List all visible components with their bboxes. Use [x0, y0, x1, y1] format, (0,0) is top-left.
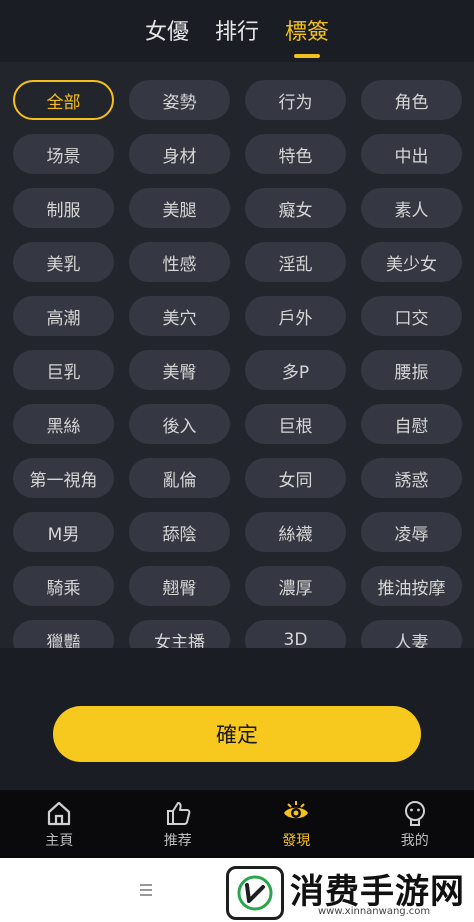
- tag-chip[interactable]: 特色: [245, 134, 346, 174]
- tag-chip[interactable]: 推油按摩: [361, 566, 462, 606]
- tag-chip[interactable]: 女主播: [129, 620, 230, 648]
- watermark-logo: [226, 866, 284, 920]
- nav-item-recommend[interactable]: 推荐: [119, 790, 238, 858]
- tag-chip[interactable]: 濃厚: [245, 566, 346, 606]
- nav-label-mine: 我的: [400, 833, 429, 849]
- top-tab-bar: 女優 排行 標簽: [0, 0, 474, 62]
- nav-label-home: 主頁: [45, 833, 74, 849]
- tag-chip[interactable]: 凌辱: [361, 512, 462, 552]
- tag-scroll-area[interactable]: 全部 姿勢 行为 角色场景 身材 特色 中出制服 美腿 癡女 素人美乳 性感 淫乱 美少女高潮 美穴 戶外口…: [0, 62, 474, 648]
- bottom-panel: 確定: [0, 648, 474, 790]
- tag-chip[interactable]: 口交: [361, 296, 462, 336]
- tag-chip[interactable]: 女同: [245, 458, 346, 498]
- tag-chip[interactable]: 姿勢: [129, 80, 230, 120]
- tag-chip[interactable]: 絲襪: [245, 512, 346, 552]
- tag-chip[interactable]: 騎乘: [13, 566, 114, 606]
- tag-chip[interactable]: 高潮: [13, 296, 114, 336]
- watermark-url: www.xinnanwang.com: [318, 906, 431, 917]
- discover-eye-icon: [281, 798, 311, 828]
- tag-chip[interactable]: 美穴: [129, 296, 230, 336]
- tag-chip[interactable]: 後入: [129, 404, 230, 444]
- tag-chip[interactable]: M男: [13, 512, 114, 552]
- nav-label-recommend: 推荐: [163, 833, 192, 849]
- tag-chip[interactable]: 腰振: [361, 350, 462, 390]
- tag-chip[interactable]: 誘惑: [361, 458, 462, 498]
- tag-chip[interactable]: 人妻: [361, 620, 462, 648]
- profile-icon: [400, 798, 430, 828]
- tag-chip[interactable]: 淫乱: [245, 242, 346, 282]
- tag-chip[interactable]: 美腿: [129, 188, 230, 228]
- tag-chip[interactable]: 中出: [361, 134, 462, 174]
- nav-item-discover[interactable]: 發現: [237, 790, 356, 858]
- tag-chip[interactable]: 行为: [245, 80, 346, 120]
- tag-chip[interactable]: 多P: [245, 350, 346, 390]
- tag-chip[interactable]: 自慰: [361, 404, 462, 444]
- tag-chip[interactable]: 美乳: [13, 242, 114, 282]
- tag-chip[interactable]: 黑絲: [13, 404, 114, 444]
- tag-chip[interactable]: 美少女: [361, 242, 462, 282]
- nav-item-home[interactable]: 主頁: [0, 790, 119, 858]
- tag-chip[interactable]: 戶外: [245, 296, 346, 336]
- bottom-nav: 主頁 推荐 發現 我的: [0, 790, 474, 858]
- home-icon: [44, 798, 74, 828]
- thumbs-up-icon: [163, 798, 193, 828]
- tag-chip[interactable]: 场景: [13, 134, 114, 174]
- confirm-button[interactable]: 確定: [53, 706, 421, 762]
- tag-chip[interactable]: 素人: [361, 188, 462, 228]
- tag-chip[interactable]: 亂倫: [129, 458, 230, 498]
- tag-chip[interactable]: 翹臀: [129, 566, 230, 606]
- tag-grid: 全部 姿勢 行为 角色场景 身材 特色 中出制服 美腿 癡女 素人美乳 性感 淫乱 美少女高潮 美穴 戶外口…: [13, 80, 462, 648]
- tag-chip[interactable]: 制服: [13, 188, 114, 228]
- tag-chip[interactable]: 身材: [129, 134, 230, 174]
- tag-chip[interactable]: 性感: [129, 242, 230, 282]
- tag-chip[interactable]: 角色: [361, 80, 462, 120]
- tab-actresses[interactable]: 女優: [145, 14, 189, 46]
- tag-chip[interactable]: 3D: [245, 620, 346, 648]
- tag-chip[interactable]: 美臀: [129, 350, 230, 390]
- menu-icon[interactable]: [138, 882, 154, 898]
- tab-ranking[interactable]: 排行: [215, 14, 259, 46]
- tag-chip[interactable]: 第一視角: [13, 458, 114, 498]
- nav-item-mine[interactable]: 我的: [356, 790, 474, 858]
- tag-chip[interactable]: 舔陰: [129, 512, 230, 552]
- tag-chip[interactable]: 獵豔: [13, 620, 114, 648]
- tag-chip-selected[interactable]: 全部: [13, 80, 114, 120]
- nav-label-discover: 發現: [282, 833, 311, 849]
- tag-chip[interactable]: 巨根: [245, 404, 346, 444]
- tab-tags[interactable]: 標簽: [285, 14, 329, 46]
- tag-chip[interactable]: 癡女: [245, 188, 346, 228]
- tag-chip[interactable]: 巨乳: [13, 350, 114, 390]
